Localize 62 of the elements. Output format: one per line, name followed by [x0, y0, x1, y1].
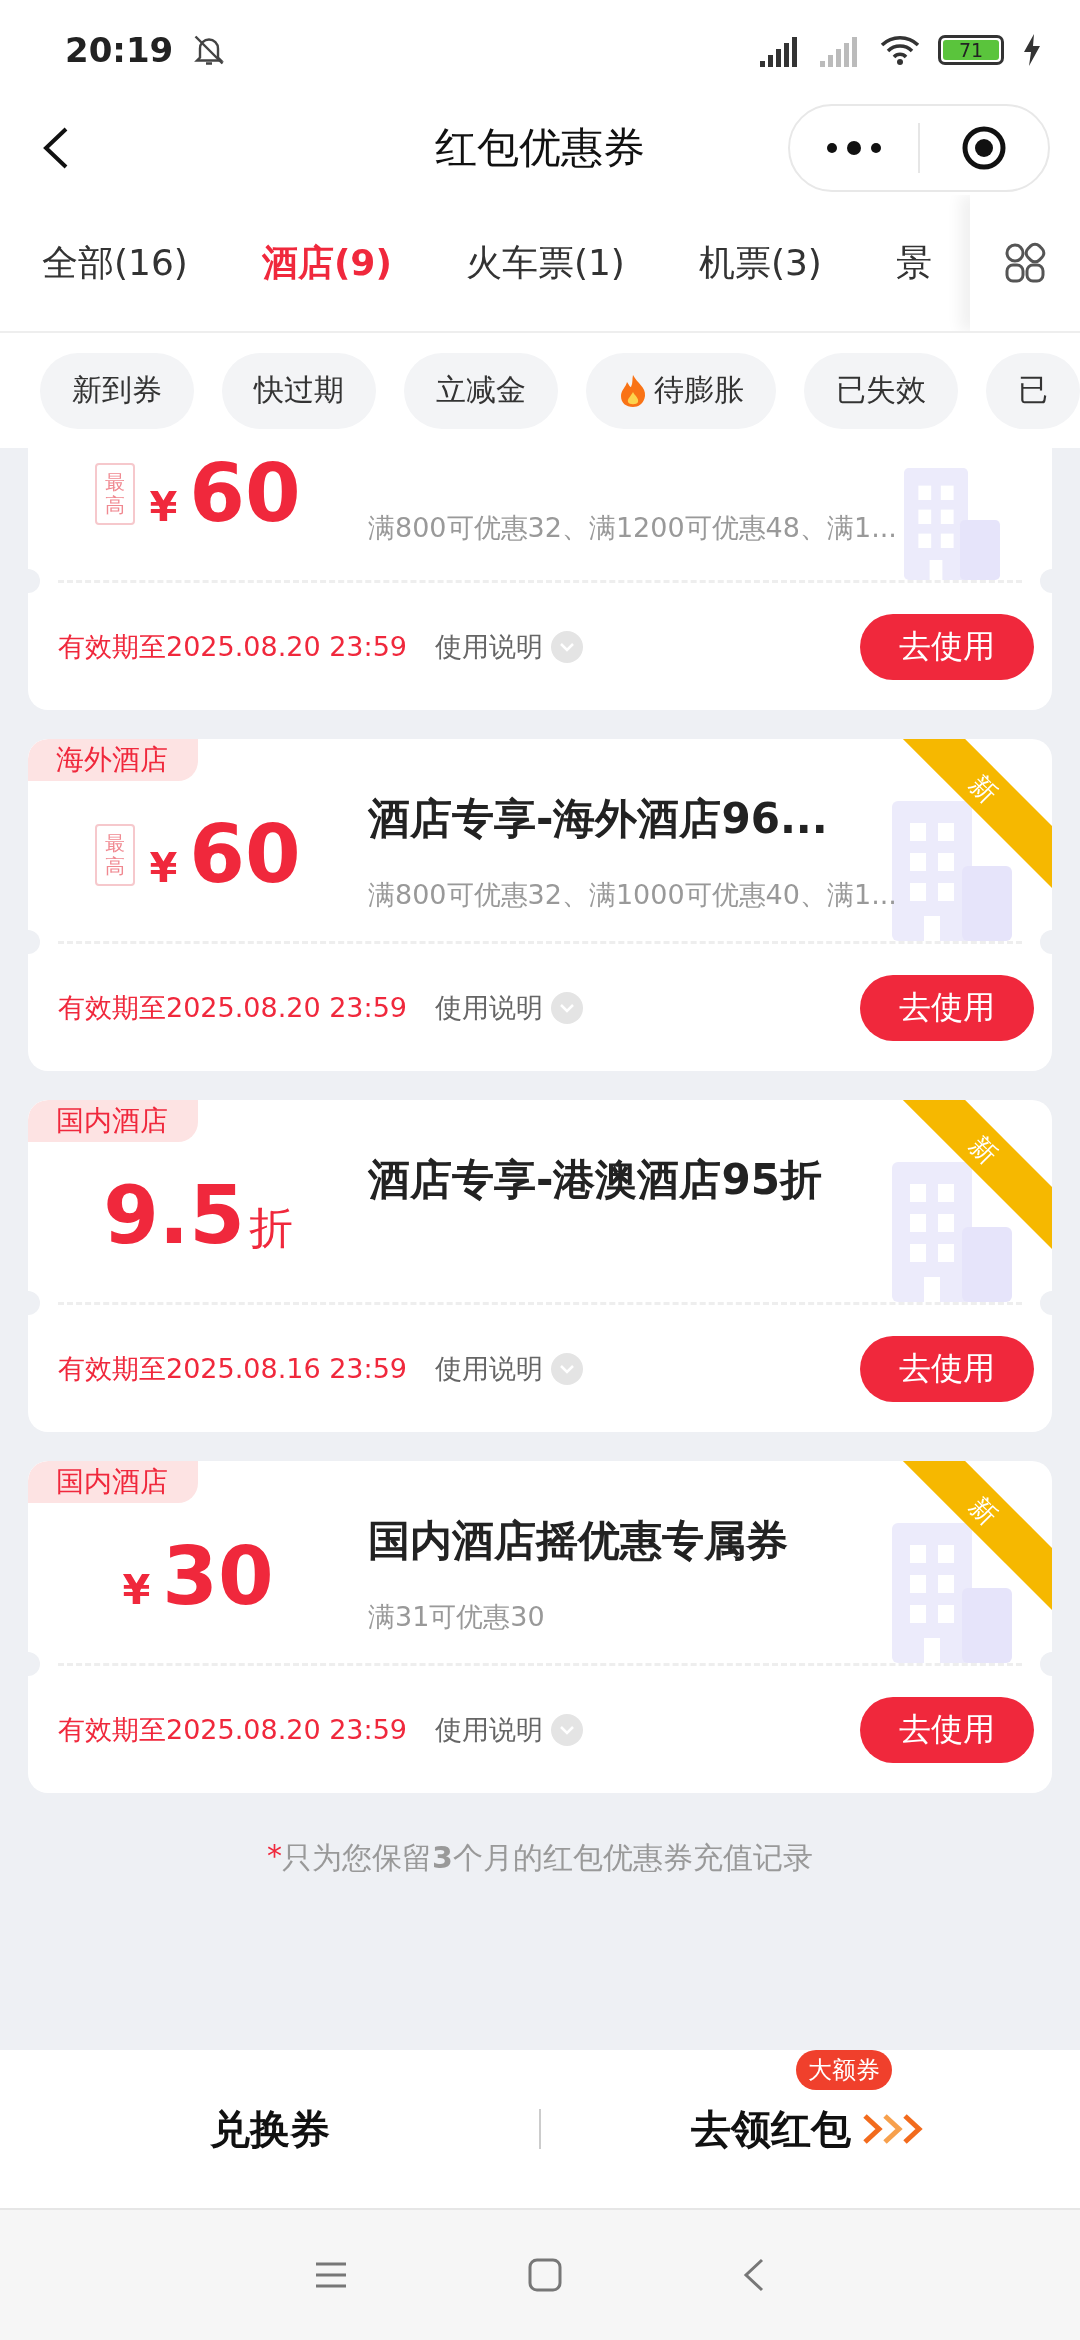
promo-badge: 大额券 [795, 2049, 892, 2090]
coupon-tag: 国内酒店 [28, 1100, 198, 1142]
target-icon [961, 124, 1007, 171]
redeem-button[interactable]: 兑换券 [209, 2101, 330, 2157]
coupon-tag: 海外酒店 [28, 739, 198, 781]
chevron-down-icon [551, 630, 583, 663]
category-tab[interactable]: 火车票(1) [465, 238, 625, 288]
expiry-date: 有效期至2025.08.20 23:59 [58, 1712, 407, 1747]
wifi-icon [880, 33, 920, 67]
back-nav-icon[interactable] [742, 2258, 766, 2292]
grid-icon [1004, 242, 1046, 284]
use-button[interactable]: 去使用 [860, 1696, 1034, 1763]
usage-info-link[interactable]: 使用说明 [435, 989, 583, 1026]
discount-unit: 折 [248, 1201, 293, 1255]
max-label: 最高 [95, 463, 136, 525]
category-tab[interactable]: 酒店(9) [261, 238, 392, 288]
currency-sign: ¥ [149, 484, 178, 530]
filter-chip[interactable]: 新到券 [40, 352, 194, 429]
usage-info-link[interactable]: 使用说明 [435, 1350, 583, 1387]
expiry-date: 有效期至2025.08.20 23:59 [58, 990, 407, 1025]
coupon-amount: 60 [189, 454, 301, 534]
filter-chip[interactable]: 立减金 [404, 352, 558, 429]
filter-chip[interactable]: 快过期 [222, 352, 376, 429]
chevron-down-icon [551, 1352, 583, 1385]
coupon-title: 酒店专享-港澳酒店95折 [368, 1154, 823, 1206]
usage-info-link[interactable]: 使用说明 [435, 1711, 583, 1748]
category-tab[interactable]: 全部(16) [42, 238, 188, 288]
coupon-amount: 30 [162, 1537, 274, 1617]
fire-icon [618, 373, 648, 408]
coupon-amount: 60 [189, 815, 301, 895]
category-tab[interactable]: 景 [895, 238, 932, 288]
expiry-date: 有效期至2025.08.20 23:59 [58, 629, 407, 664]
category-tab[interactable]: 机票(3) [698, 238, 822, 288]
use-button[interactable]: 去使用 [860, 974, 1034, 1041]
menu-icon[interactable] [314, 2260, 348, 2290]
retention-note: *只为您保留3个月的红包优惠券充值记录 [267, 1838, 813, 1877]
chevron-down-icon [551, 1713, 583, 1746]
coupon-terms: 满800可优惠32、满1000可优惠40、满1... [368, 878, 898, 912]
currency-sign: ¥ [122, 1567, 151, 1613]
filter-chip[interactable]: 待膨胀 [586, 352, 776, 429]
status-time: 20:19 [65, 30, 174, 70]
coupon-tag: 国内酒店 [28, 1461, 198, 1503]
grid-menu-button[interactable] [970, 195, 1080, 331]
usage-info-link[interactable]: 使用说明 [435, 628, 583, 665]
use-button[interactable]: 去使用 [860, 1335, 1034, 1402]
coupon-amount: 9.5 [103, 1176, 245, 1256]
filter-chip[interactable]: 已失效 [804, 352, 958, 429]
coupon-terms: 满31可优惠30 [368, 1600, 546, 1634]
max-label: 最高 [95, 824, 136, 886]
battery-icon: 71 [938, 35, 1004, 65]
filter-chip[interactable]: 已 [986, 352, 1080, 429]
currency-sign: ¥ [149, 845, 178, 891]
coupon-title: 国内酒店摇优惠专属券 [368, 1515, 789, 1567]
home-icon[interactable] [528, 2258, 562, 2292]
chevron-down-icon [551, 991, 583, 1024]
coupon-terms: 满800可优惠32、满1200可优惠48、满1... [368, 511, 898, 545]
expiry-date: 有效期至2025.08.16 23:59 [58, 1351, 407, 1386]
charging-icon [1022, 34, 1042, 66]
page-title: 红包优惠券 [435, 121, 645, 174]
coupon-title: 酒店专享-海外酒店96... [368, 793, 829, 845]
claim-button[interactable]: 去领红包 [690, 2101, 931, 2157]
use-button[interactable]: 去使用 [860, 613, 1034, 680]
